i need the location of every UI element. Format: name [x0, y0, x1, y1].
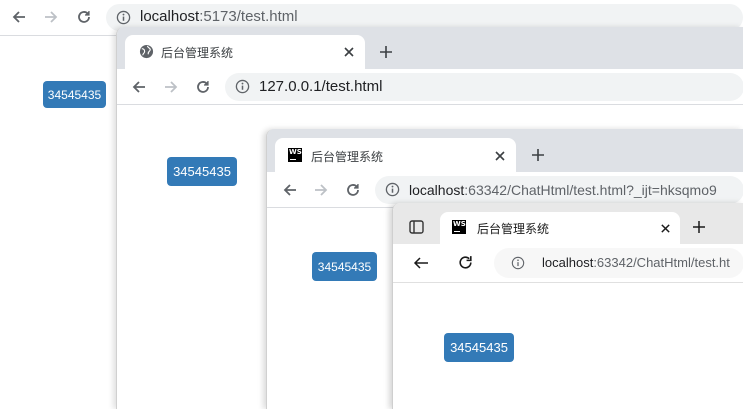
url-path: :63342/ChatHtml/test.ht [593, 255, 730, 270]
new-tab-icon[interactable] [692, 220, 706, 234]
number-button[interactable]: 34545435 [444, 333, 514, 362]
url-text: localhost:63342/ChatHtml/test.ht [542, 255, 730, 271]
number-button[interactable]: 34545435 [312, 252, 377, 281]
reload-icon[interactable] [457, 254, 474, 271]
address-bar[interactable]: localhost:63342/ChatHtml/test.ht [494, 248, 743, 278]
info-icon[interactable] [235, 79, 250, 94]
number-button[interactable]: 34545435 [167, 157, 237, 186]
back-arrow-icon[interactable] [131, 79, 147, 95]
globe-icon [139, 44, 154, 59]
tab-title: 后台管理系统 [161, 46, 234, 60]
info-icon[interactable] [385, 182, 400, 197]
tab-active[interactable]: WS 后台管理系统 [275, 138, 516, 172]
back-arrow-icon[interactable] [413, 255, 429, 271]
forward-arrow-icon[interactable] [43, 9, 59, 25]
tab-active[interactable]: 后台管理系统 [125, 35, 365, 69]
tab-title: 后台管理系统 [477, 222, 550, 236]
url-path: :63342/ChatHtml/test.html?_ijt=hksqmo9 [464, 182, 717, 198]
close-tab-icon[interactable] [494, 150, 506, 162]
url-text: 127.0.0.1/test.html [259, 78, 383, 95]
browser-window-4: WS 后台管理系统 localhost:63342/ChatHtml/test.… [392, 203, 743, 409]
forward-arrow-icon[interactable] [163, 79, 179, 95]
info-icon[interactable] [511, 256, 525, 270]
new-tab-icon[interactable] [531, 148, 545, 162]
close-tab-icon[interactable] [343, 46, 355, 58]
reload-icon[interactable] [76, 9, 92, 25]
webstorm-logo-icon: WS [452, 220, 466, 234]
info-icon[interactable] [116, 10, 131, 25]
url-host: localhost [409, 182, 465, 198]
address-bar[interactable]: 127.0.0.1/test.html [225, 73, 743, 101]
back-arrow-icon[interactable] [282, 182, 298, 198]
close-tab-icon[interactable] [660, 223, 671, 234]
forward-arrow-icon[interactable] [313, 182, 329, 198]
tab-title: 后台管理系统 [311, 150, 384, 164]
url-host: localhost [542, 255, 594, 270]
webstorm-logo-icon: WS [288, 148, 302, 162]
reload-icon[interactable] [195, 79, 211, 95]
new-tab-icon[interactable] [379, 45, 393, 59]
tab-active[interactable]: WS 后台管理系统 [440, 212, 680, 244]
reload-icon[interactable] [345, 182, 361, 198]
url-host: localhost [140, 8, 200, 25]
address-bar[interactable]: localhost:63342/ChatHtml/test.html?_ijt=… [375, 176, 743, 204]
tab-actions-icon[interactable] [409, 220, 424, 234]
url-text: localhost:63342/ChatHtml/test.html?_ijt=… [409, 181, 717, 199]
back-arrow-icon[interactable] [11, 9, 27, 25]
number-button[interactable]: 34545435 [43, 81, 106, 108]
url-text: localhost:5173/test.html [140, 8, 298, 26]
url-path: :5173/test.html [199, 8, 298, 25]
